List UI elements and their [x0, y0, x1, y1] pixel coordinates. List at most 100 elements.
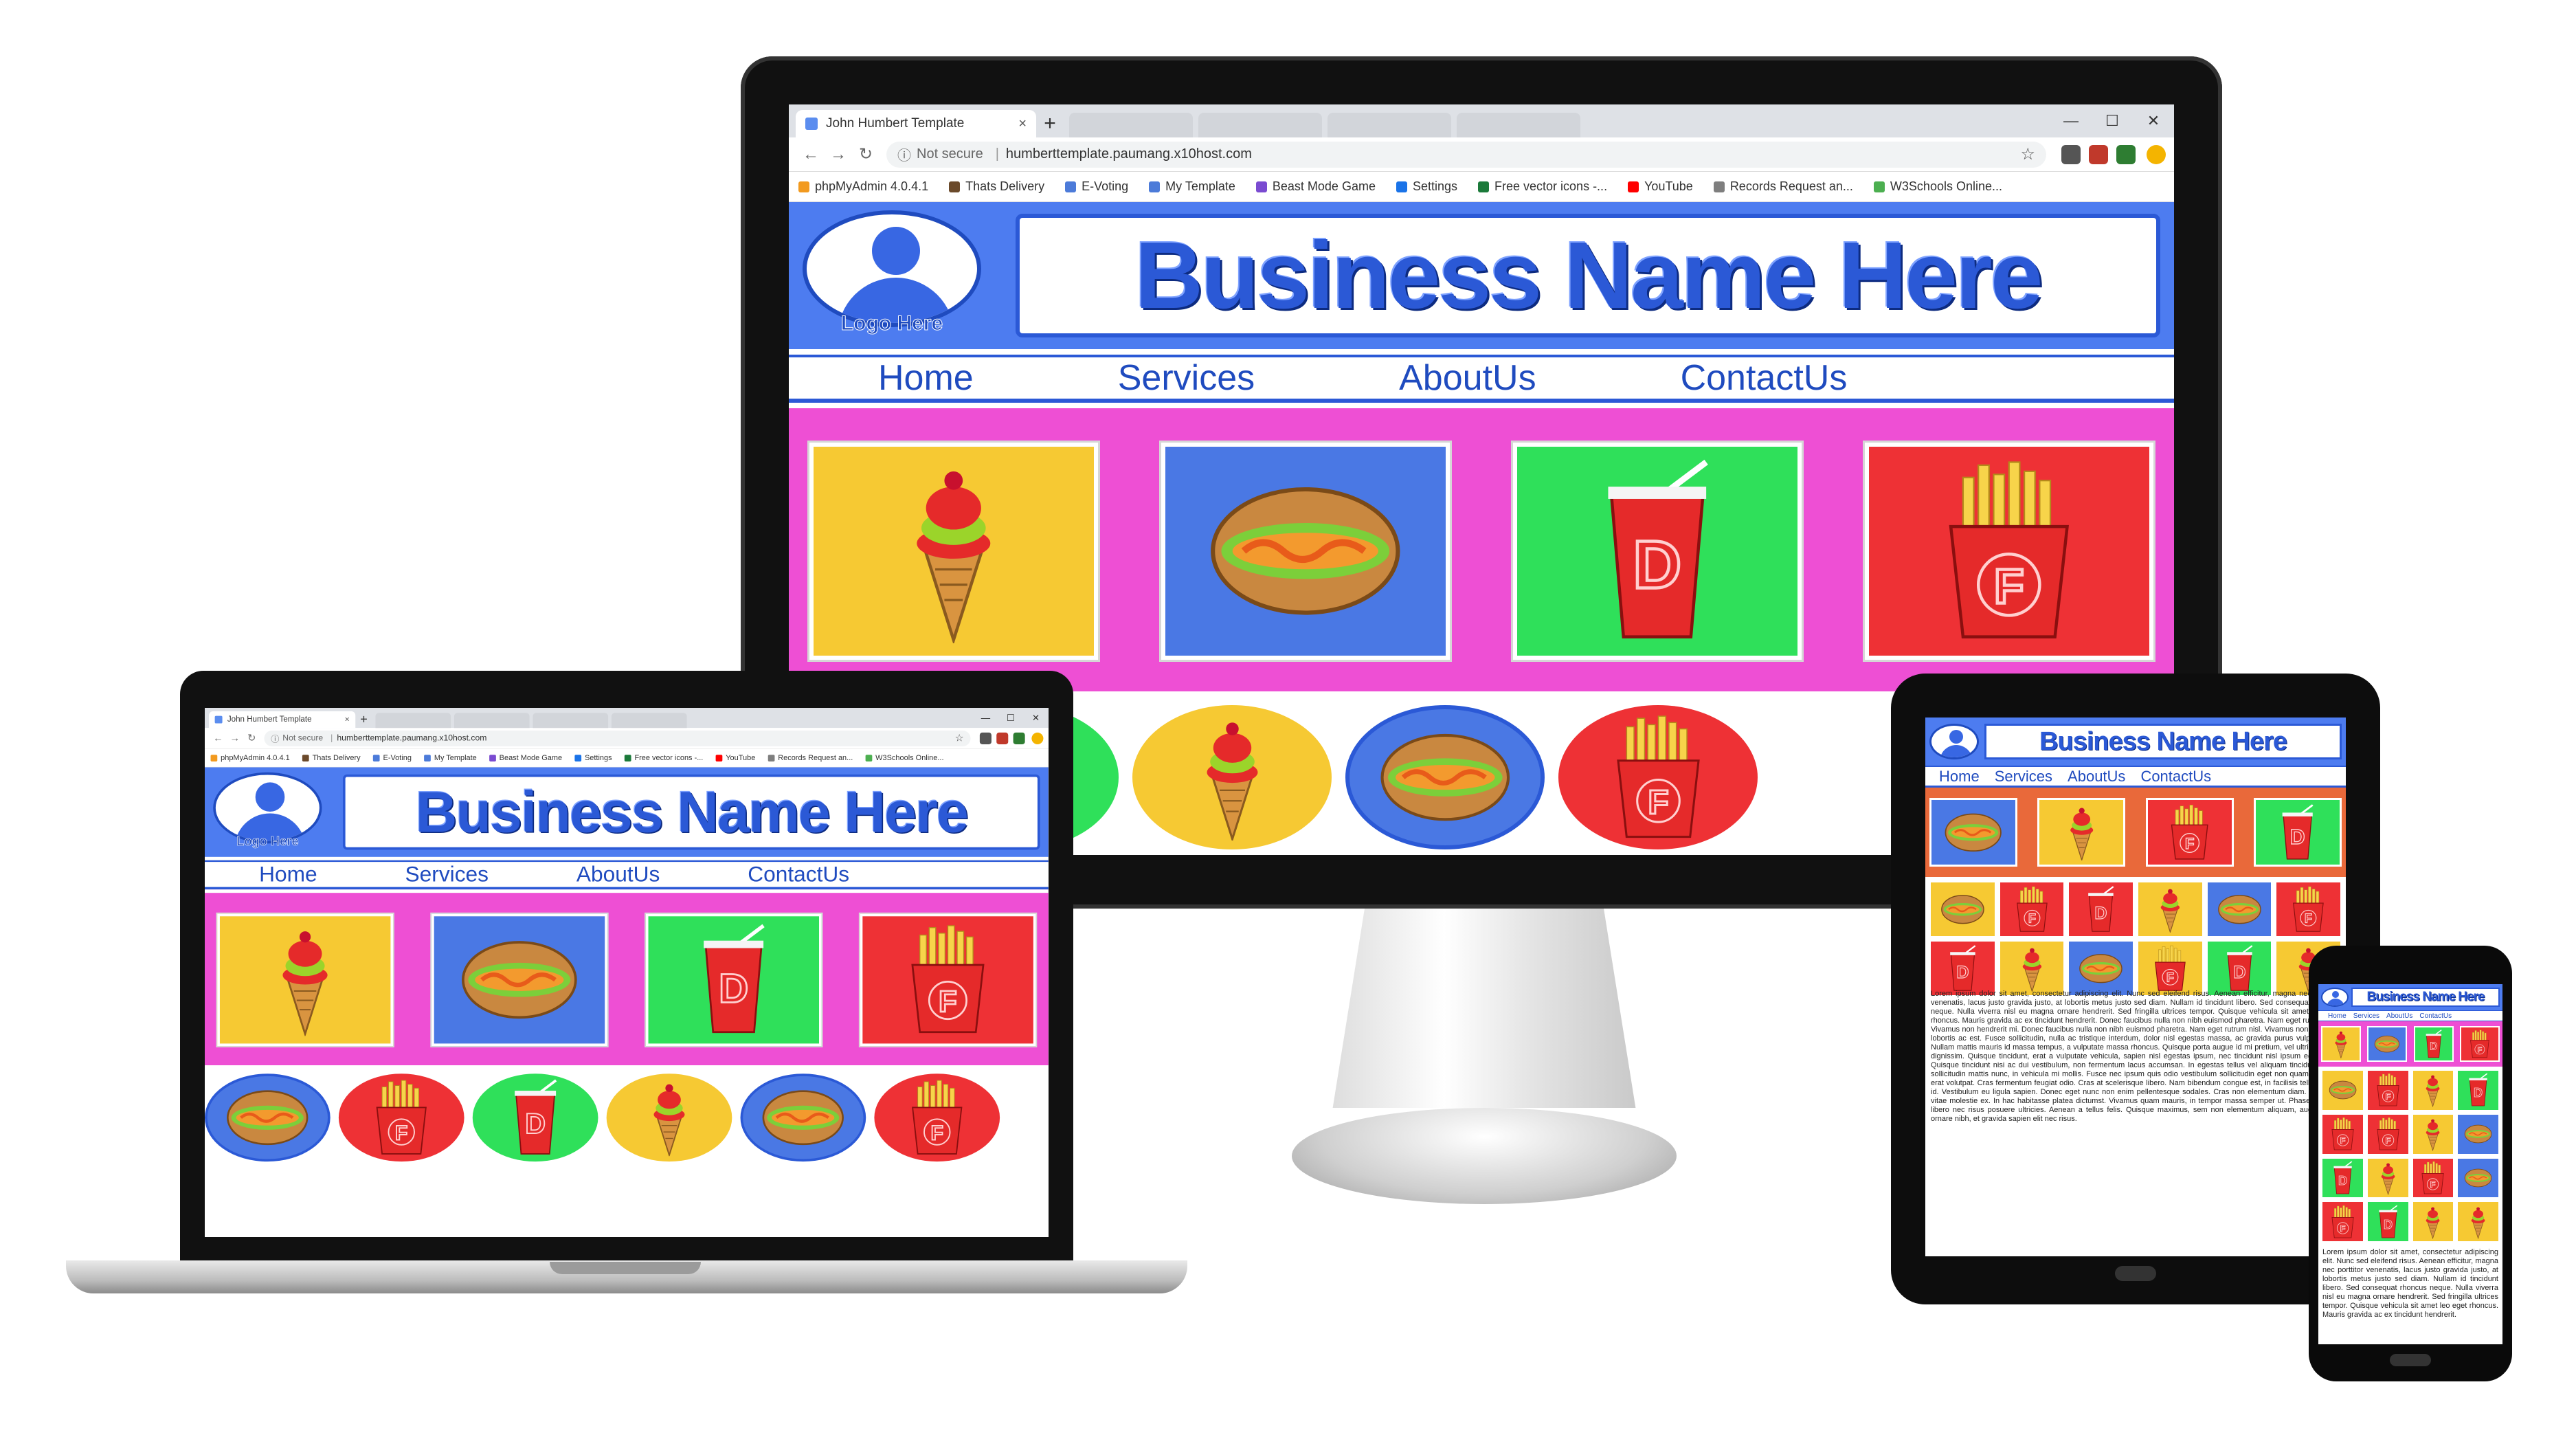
monitor-active-tab[interactable]: John Humbert Template × [796, 110, 1036, 137]
phone-tile-fries[interactable]: F [2459, 1026, 2500, 1062]
phone-nav-contactus[interactable]: ContactUs [2419, 1012, 2452, 1020]
tablet-nav-contactus[interactable]: ContactUs [2140, 768, 2211, 786]
phone-grid-cell-hot-dog[interactable] [2321, 1069, 2364, 1111]
monitor-gallery-tile-hot-dog[interactable] [1161, 443, 1450, 660]
monitor-window-control-close-icon[interactable]: ✕ [2133, 104, 2174, 137]
laptop-extension-icon[interactable] [979, 732, 992, 744]
laptop-profile-avatar[interactable] [1031, 732, 1044, 744]
monitor-bookmark-item[interactable]: Records Request an... [1713, 179, 1853, 194]
tablet-nav-aboutus[interactable]: AboutUs [2068, 768, 2125, 786]
monitor-background-tab[interactable] [1069, 113, 1193, 137]
laptop-address-bar[interactable]: ⓘ Not secure | humberttemplate.paumang.x… [264, 730, 971, 746]
laptop-gallery-tile-hot-dog[interactable] [432, 913, 607, 1047]
phone-grid-cell-drink[interactable]: D [2366, 1201, 2410, 1243]
laptop-reload-icon[interactable]: ↻ [243, 732, 260, 744]
phone-grid-cell-fries[interactable]: F [2321, 1113, 2364, 1155]
monitor-bookmark-item[interactable]: E-Voting [1065, 179, 1128, 194]
monitor-oval-hot-dog[interactable] [1345, 705, 1545, 849]
monitor-gallery-tile-drink[interactable]: D [1513, 443, 1802, 660]
monitor-back-icon[interactable]: ← [797, 145, 825, 164]
phone-tile-drink[interactable]: D [2413, 1026, 2454, 1062]
laptop-bookmark-item[interactable]: Free vector icons -... [624, 753, 703, 762]
monitor-nav-contactus[interactable]: ContactUs [1681, 357, 1848, 399]
tablet-tile-ice-cream[interactable] [2037, 798, 2126, 867]
monitor-window-control-minimize-icon[interactable]: — [2050, 104, 2092, 137]
phone-grid-cell-ice-cream[interactable] [2456, 1201, 2500, 1243]
laptop-nav-services[interactable]: Services [405, 862, 489, 887]
laptop-oval-fries[interactable]: F [338, 1074, 464, 1162]
phone-nav-home[interactable]: Home [2328, 1012, 2347, 1020]
laptop-background-tab[interactable] [533, 713, 609, 728]
monitor-info-icon[interactable]: ⓘ [897, 144, 911, 164]
laptop-window-control-minimize-icon[interactable]: — [973, 708, 998, 728]
laptop-gallery-tile-drink[interactable]: D [645, 913, 822, 1047]
laptop-window-control-maximize-icon[interactable]: ☐ [998, 708, 1024, 728]
tablet-grid-cell-ice-cream[interactable] [2136, 881, 2204, 937]
monitor-address-bar[interactable]: ⓘ Not secure | humberttemplate.paumang.x… [886, 141, 2046, 168]
laptop-window-control-close-icon[interactable]: ✕ [1023, 708, 1049, 728]
phone-grid-cell-ice-cream[interactable] [2411, 1113, 2455, 1155]
laptop-nav-contactus[interactable]: ContactUs [748, 862, 849, 887]
tablet-grid-cell-fries[interactable]: F [2275, 881, 2342, 937]
monitor-bookmark-item[interactable]: Settings [1396, 179, 1457, 194]
laptop-logo[interactable]: Logo Here [213, 772, 322, 852]
laptop-extension-icon[interactable] [1013, 732, 1025, 744]
laptop-bookmark-item[interactable]: Settings [574, 753, 612, 762]
tablet-nav-home[interactable]: Home [1939, 768, 1980, 786]
phone-grid-cell-hot-dog[interactable] [2456, 1113, 2500, 1155]
tablet-tile-drink[interactable]: D [2253, 798, 2342, 867]
monitor-extension-icon[interactable] [2061, 144, 2081, 164]
phone-grid-cell-drink[interactable]: D [2321, 1157, 2364, 1199]
laptop-gallery-tile-fries[interactable]: F [860, 913, 1036, 1047]
monitor-logo[interactable]: Logo Here [803, 210, 981, 341]
monitor-extension-icon[interactable] [2116, 144, 2136, 164]
laptop-back-icon[interactable]: ← [210, 733, 226, 744]
tablet-grid-cell-hot-dog[interactable] [1929, 881, 1996, 937]
tablet-grid-cell-hot-dog[interactable] [2206, 881, 2273, 937]
laptop-background-tab[interactable] [453, 713, 530, 728]
monitor-oval-fries[interactable]: F [1558, 705, 1758, 849]
monitor-forward-icon[interactable]: → [825, 145, 852, 164]
laptop-forward-icon[interactable]: → [227, 733, 243, 744]
laptop-bookmark-item[interactable]: Records Request an... [768, 753, 853, 762]
laptop-new-tab-button[interactable]: + [355, 711, 372, 728]
laptop-nav-aboutus[interactable]: AboutUs [576, 862, 660, 887]
monitor-background-tab[interactable] [1328, 113, 1451, 137]
laptop-oval-ice-cream[interactable] [606, 1074, 732, 1162]
tablet-grid-cell-ice-cream[interactable] [1998, 939, 2065, 997]
monitor-new-tab-button[interactable]: + [1036, 110, 1064, 137]
laptop-bookmark-item[interactable]: W3Schools Online... [865, 753, 943, 762]
monitor-tab-close-icon[interactable]: × [1018, 116, 1027, 132]
monitor-bookmark-item[interactable]: Free vector icons -... [1478, 179, 1607, 194]
phone-home-button[interactable] [2390, 1354, 2431, 1366]
laptop-oval-drink[interactable]: D [472, 1074, 598, 1162]
laptop-bookmark-star-icon[interactable]: ☆ [955, 732, 964, 744]
monitor-gallery-tile-fries[interactable]: F [1865, 443, 2153, 660]
laptop-bookmark-item[interactable]: Thats Delivery [302, 753, 361, 762]
phone-grid-cell-ice-cream[interactable] [2411, 1201, 2455, 1243]
tablet-grid-cell-fries[interactable]: F [1998, 881, 2065, 937]
laptop-oval-hot-dog[interactable] [205, 1074, 331, 1162]
monitor-oval-ice-cream[interactable] [1132, 705, 1332, 849]
monitor-nav-aboutus[interactable]: AboutUs [1399, 357, 1536, 399]
monitor-background-tab[interactable] [1198, 113, 1322, 137]
tablet-home-button[interactable] [2115, 1266, 2156, 1281]
laptop-active-tab[interactable]: John Humbert Template × [209, 711, 356, 728]
tablet-grid-cell-drink[interactable]: D [2068, 881, 2134, 937]
phone-grid-cell-fries[interactable]: F [2411, 1157, 2455, 1199]
laptop-background-tab[interactable] [611, 713, 687, 728]
tablet-tile-fries[interactable]: F [2145, 798, 2234, 867]
laptop-bookmark-item[interactable]: My Template [424, 753, 477, 762]
tablet-grid-cell-fries[interactable]: F [2136, 939, 2204, 997]
phone-tile-hot-dog[interactable] [2367, 1026, 2408, 1062]
phone-grid-cell-fries[interactable]: F [2366, 1069, 2410, 1111]
monitor-bookmark-item[interactable]: phpMyAdmin 4.0.4.1 [798, 179, 928, 194]
phone-grid-cell-hot-dog[interactable] [2456, 1157, 2500, 1199]
monitor-bookmark-item[interactable]: W3Schools Online... [1873, 179, 2002, 194]
tablet-grid-cell-drink[interactable]: D [2206, 939, 2273, 997]
phone-grid-cell-ice-cream[interactable] [2366, 1157, 2410, 1199]
laptop-oval-fries[interactable]: F [874, 1074, 1000, 1162]
laptop-bookmark-item[interactable]: YouTube [715, 753, 755, 762]
laptop-tab-close-icon[interactable]: × [345, 715, 350, 724]
monitor-bookmark-item[interactable]: Thats Delivery [949, 179, 1044, 194]
